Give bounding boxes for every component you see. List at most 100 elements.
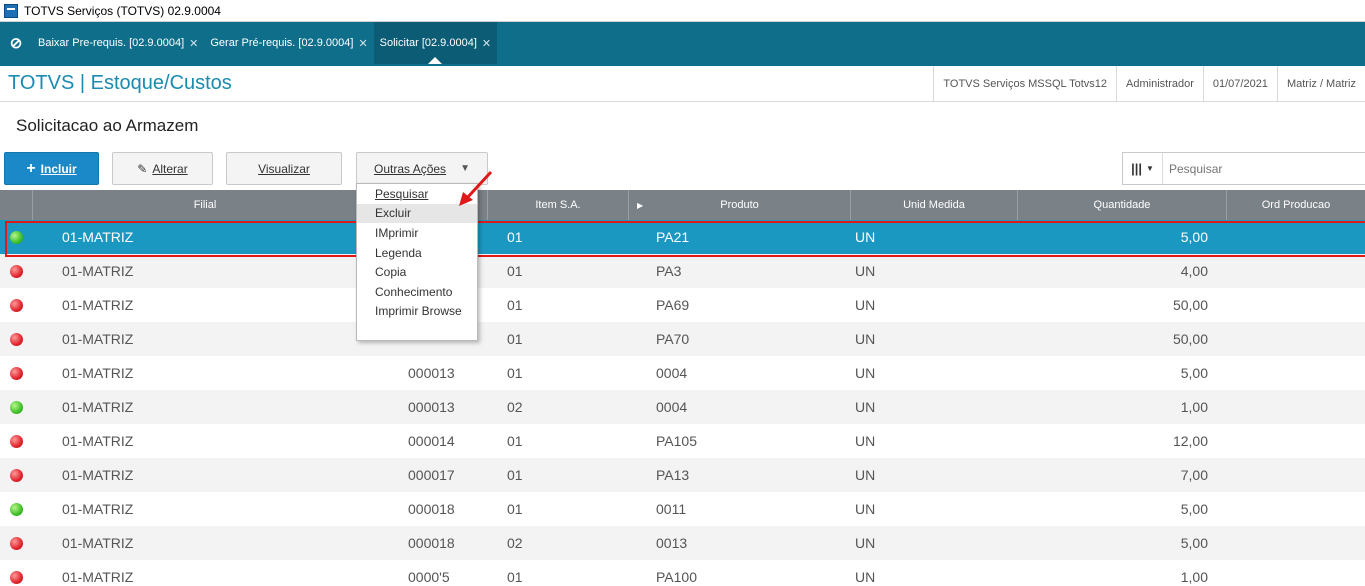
page-title: Solicitacao ao Armazem xyxy=(16,116,199,135)
table-row[interactable]: 01-MATRIZ 000013 02 0004 UN 1,00 xyxy=(0,390,1365,424)
outras-acoes-label: Outras Ações xyxy=(374,161,447,176)
cell-numero: 000018 xyxy=(408,535,455,551)
plus-icon: + xyxy=(26,159,36,177)
cell-filial: 01-MATRIZ xyxy=(62,263,134,279)
cell-unid: UN xyxy=(855,399,876,415)
close-icon[interactable]: ✕ xyxy=(189,37,198,50)
col-header-quantidade[interactable]: Quantidade xyxy=(1018,190,1227,220)
module-header: TOTVS | Estoque/Custos TOTVS Serviços MS… xyxy=(0,64,1365,102)
cell-unid: UN xyxy=(855,297,876,313)
tab-solicitar[interactable]: Solicitar [02.9.0004] ✕ xyxy=(373,22,498,64)
status-cell xyxy=(0,288,33,322)
cell-filial: 01-MATRIZ xyxy=(62,501,134,517)
outras-acoes-button[interactable]: Outras Ações ▼ xyxy=(356,152,488,185)
window-titlebar: TOTVS Serviços (TOTVS) 02.9.0004 xyxy=(0,0,1365,22)
menu-item-imprimir[interactable]: IMprimir xyxy=(357,223,477,243)
cell-ord-producao xyxy=(1227,492,1365,526)
cell-unid: UN xyxy=(855,569,876,585)
status-cell xyxy=(0,254,33,288)
cell-filial: 01-MATRIZ xyxy=(62,331,134,347)
cell-unid: UN xyxy=(855,263,876,279)
cell-item: 01 xyxy=(507,569,523,585)
tab-label: Baixar Pre-requis. [02.9.0004] xyxy=(38,37,185,49)
menu-item-legenda[interactable]: Legenda xyxy=(357,243,477,263)
table-row[interactable]: 01-MATRIZ 01 PA3 UN 4,00 xyxy=(0,254,1365,288)
cell-ord-producao xyxy=(1227,254,1365,288)
cell-ord-producao xyxy=(1227,220,1365,254)
pencil-icon: ✎ xyxy=(137,161,148,176)
date-info: 01/07/2021 xyxy=(1202,65,1277,102)
window-title: TOTVS Serviços (TOTVS) 02.9.0004 xyxy=(24,3,221,18)
menu-item-imprimir-browse[interactable]: Imprimir Browse xyxy=(357,302,477,322)
tab-gerar-pre-requis[interactable]: Gerar Pré-requis. [02.9.0004] ✕ xyxy=(204,22,373,64)
status-red-dot-icon xyxy=(10,332,23,346)
grid-header: Filial Item S.A. ▶ Produto Unid Medida Q… xyxy=(0,190,1365,220)
col-header-status[interactable] xyxy=(0,190,33,220)
col-header-ord-producao[interactable]: Ord Producao xyxy=(1227,190,1365,220)
tab-baixar-pre-requis[interactable]: Baixar Pre-requis. [02.9.0004] ✕ xyxy=(32,22,204,64)
cell-filial: 01-MATRIZ xyxy=(62,229,134,245)
menu-item-excluir[interactable]: Excluir xyxy=(357,203,477,224)
cell-quantidade: 5,00 xyxy=(1180,365,1208,381)
status-cell xyxy=(0,220,33,254)
cell-quantidade: 7,00 xyxy=(1180,467,1208,483)
cell-quantidade: 4,00 xyxy=(1180,263,1208,279)
caret-down-icon: ▼ xyxy=(460,163,470,174)
cell-quantidade: 5,00 xyxy=(1180,229,1208,245)
home-circle-icon[interactable]: ⊘ xyxy=(0,22,32,64)
columns-menu-icon[interactable]: ||| ▼ xyxy=(1123,153,1163,184)
cell-quantidade: 5,00 xyxy=(1180,501,1208,517)
status-red-dot-icon xyxy=(10,264,23,278)
table-row[interactable]: 01-MATRIZ 01 PA69 UN 50,00 xyxy=(0,288,1365,322)
table-row[interactable]: 01-MATRIZ 0000'5 01 PA100 UN 1,00 xyxy=(0,560,1365,586)
table-row[interactable]: 01-MATRIZ 000018 02 0013 UN 5,00 xyxy=(0,526,1365,560)
data-grid: Filial Item S.A. ▶ Produto Unid Medida Q… xyxy=(0,190,1365,586)
cell-filial: 01-MATRIZ xyxy=(62,399,134,415)
server-info: TOTVS Serviços MSSQL Totvs12 xyxy=(933,65,1116,102)
cell-produto: 0004 xyxy=(656,365,688,381)
status-red-dot-icon xyxy=(10,298,23,312)
cell-item: 01 xyxy=(507,297,523,313)
table-row[interactable]: 01-MATRIZ 000017 01 PA13 UN 7,00 xyxy=(0,458,1365,492)
search-input[interactable] xyxy=(1163,161,1363,176)
cell-quantidade: 12,00 xyxy=(1172,433,1208,449)
alterar-button[interactable]: ✎ Alterar xyxy=(112,152,213,185)
tab-label: Solicitar [02.9.0004] xyxy=(379,37,477,49)
menu-item-pesquisar[interactable]: Pesquisar xyxy=(357,184,477,204)
app-window-icon xyxy=(4,3,18,18)
cell-quantidade: 1,00 xyxy=(1180,399,1208,415)
col-header-produto[interactable]: ▶ Produto xyxy=(629,190,851,220)
table-row[interactable]: 01-MATRIZ 000013 01 0004 UN 5,00 xyxy=(0,356,1365,390)
col-header-produto-label: Produto xyxy=(720,199,759,211)
cell-ord-producao xyxy=(1227,526,1365,560)
table-row[interactable]: 01-MATRIZ 01 PA21 UN 5,00 xyxy=(0,220,1365,254)
col-header-item[interactable]: Item S.A. xyxy=(488,190,629,220)
cell-quantidade: 50,00 xyxy=(1172,297,1208,313)
close-icon[interactable]: ✕ xyxy=(358,37,367,50)
cell-ord-producao xyxy=(1227,356,1365,390)
cell-unid: UN xyxy=(855,331,876,347)
table-row[interactable]: 01-MATRIZ 000014 01 PA105 UN 12,00 xyxy=(0,424,1365,458)
incluir-button[interactable]: + Incluir xyxy=(4,152,99,185)
table-row[interactable]: 01-MATRIZ 01 PA70 UN 50,00 xyxy=(0,322,1365,356)
cell-numero: 000013 xyxy=(408,365,455,381)
menu-item-conhecimento[interactable]: Conhecimento xyxy=(357,282,477,302)
cell-unid: UN xyxy=(855,229,876,245)
outras-acoes-menu: Pesquisar Excluir IMprimir Legenda Copia… xyxy=(356,183,478,341)
col-header-filial[interactable]: Filial xyxy=(33,190,378,220)
cell-filial: 01-MATRIZ xyxy=(62,365,134,381)
grid-body: 01-MATRIZ 01 PA21 UN 5,00 01-MATRIZ 01 PA3 UN 4,0… xyxy=(0,220,1365,586)
close-icon[interactable]: ✕ xyxy=(482,37,491,50)
search-box: ||| ▼ xyxy=(1122,152,1365,185)
status-cell xyxy=(0,322,33,356)
cell-numero: 000014 xyxy=(408,433,455,449)
status-green-dot-icon xyxy=(10,502,23,516)
cell-item: 01 xyxy=(507,433,523,449)
visualizar-button[interactable]: Visualizar xyxy=(226,152,342,185)
cell-produto: 0013 xyxy=(656,535,688,551)
table-row[interactable]: 01-MATRIZ 000018 01 0011 UN 5,00 xyxy=(0,492,1365,526)
cell-produto: 0011 xyxy=(656,501,687,517)
menu-item-copia[interactable]: Copia xyxy=(357,262,477,282)
cell-filial: 01-MATRIZ xyxy=(62,467,134,483)
col-header-unid[interactable]: Unid Medida xyxy=(851,190,1018,220)
